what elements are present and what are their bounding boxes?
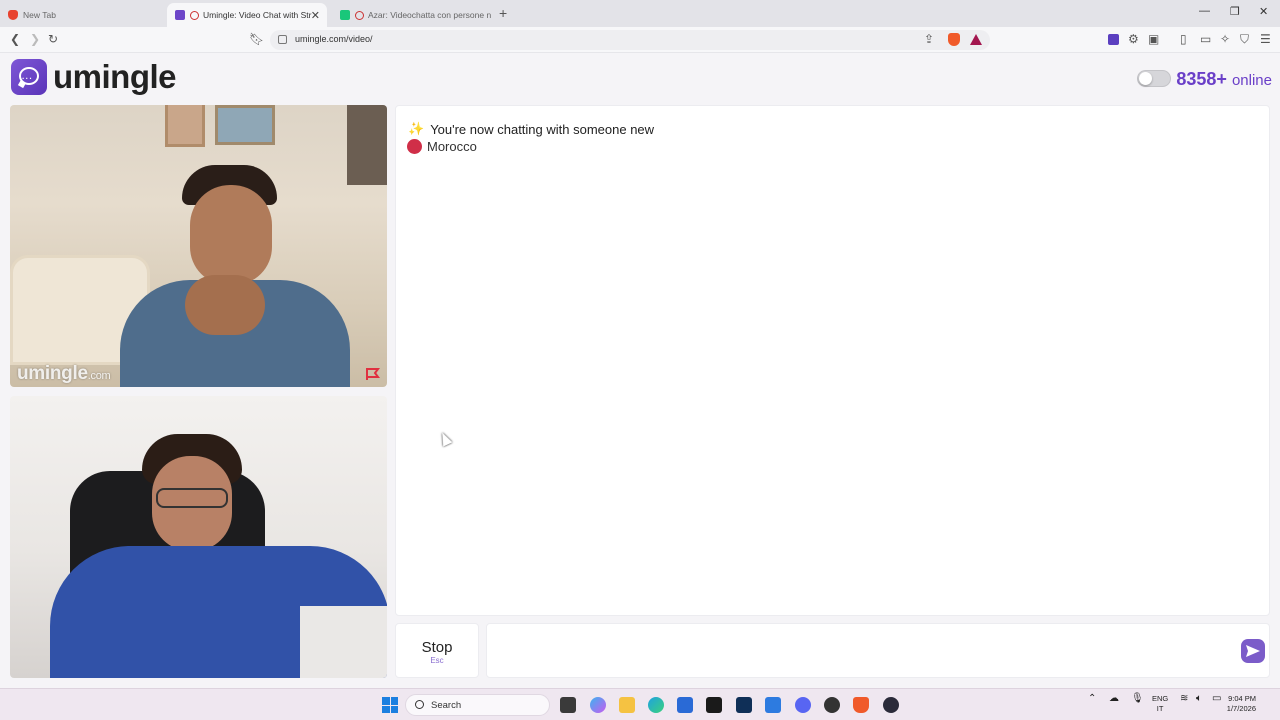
reload-icon[interactable]: ↻: [48, 32, 58, 46]
clock-time: 9:04 PM: [1228, 694, 1256, 703]
github-icon[interactable]: [824, 697, 840, 713]
recording-icon: [355, 10, 364, 20]
recording-icon: [190, 10, 199, 20]
clock[interactable]: 9:04 PM 1/7/2026: [1227, 694, 1256, 714]
chat-log: ✨ You're now chatting with someone new M…: [395, 105, 1270, 616]
taskbar-search[interactable]: Search: [405, 694, 550, 716]
report-flag-icon[interactable]: [365, 367, 381, 381]
taskbar-search-label: Search: [431, 700, 462, 711]
tab-label: New Tab: [23, 10, 56, 20]
stop-shortcut: Esc: [430, 656, 444, 665]
brave-shield-icon[interactable]: [948, 33, 960, 46]
desk: [300, 606, 387, 678]
photoshop-icon[interactable]: [736, 697, 752, 713]
azar-favicon: [340, 10, 350, 20]
country-flag-icon: [407, 139, 422, 154]
wallet-icon[interactable]: ▭: [1200, 32, 1211, 46]
wifi-icon[interactable]: ≋: [1180, 694, 1188, 704]
bookmark-icon[interactable]: 🔖︎: [249, 32, 264, 46]
send-button[interactable]: [1241, 639, 1265, 663]
logo-icon[interactable]: ···: [11, 59, 47, 95]
face: [190, 185, 272, 285]
wall-picture: [215, 105, 275, 145]
browser-toolbar: ❮ ❯ ↻ 🔖︎ umingle.com/video/ ⇪ ⚙︎ ▣ ▯ ▭ ✧…: [0, 27, 1280, 53]
close-tab-icon[interactable]: ✕: [311, 9, 320, 22]
browser-tab-strip: New Tab Umingle: Video Chat with Str ✕ A…: [0, 0, 1280, 27]
online-label: online: [1231, 72, 1272, 89]
door: [347, 105, 387, 185]
country-name: Morocco: [427, 139, 477, 154]
brand-name[interactable]: umingle: [53, 58, 177, 96]
restore-icon[interactable]: ❐: [1230, 5, 1240, 18]
url-text: umingle.com/video/: [295, 34, 373, 44]
clock-date: 1/7/2026: [1226, 704, 1256, 713]
theme-toggle[interactable]: [1137, 70, 1171, 87]
dropbox-icon[interactable]: [706, 697, 722, 713]
minimize-icon[interactable]: —: [1199, 5, 1210, 17]
task-view-icon[interactable]: [560, 697, 576, 713]
online-count: 8358+: [1176, 69, 1227, 89]
windows-taskbar: Search ⌃ ☁︎ 🎙︎ ENG IT ≋ 🔈︎ ▭ 9:04 PM 1/7…: [0, 688, 1280, 720]
umingle-favicon: [175, 10, 185, 20]
puzzle-icon[interactable]: ⚙︎: [1128, 32, 1139, 46]
address-bar[interactable]: umingle.com/video/ ⇪: [270, 30, 990, 50]
lang-top: ENG: [1152, 694, 1169, 703]
brave-icon: [8, 10, 18, 20]
microphone-icon[interactable]: 🎙︎: [1131, 694, 1144, 704]
sidebar-icon[interactable]: ▯: [1180, 32, 1187, 46]
hand: [185, 275, 265, 335]
windows-start-icon[interactable]: [382, 697, 398, 713]
obs-icon[interactable]: [883, 697, 899, 713]
share-icon[interactable]: ⇪: [924, 32, 934, 46]
stop-label: Stop: [421, 639, 453, 656]
close-window-icon[interactable]: ✕: [1259, 5, 1268, 18]
tab-label: Umingle: Video Chat with Str: [203, 10, 312, 20]
online-counter: 8358+ online: [1176, 69, 1272, 90]
menu-icon[interactable]: ☰: [1260, 32, 1271, 46]
edge-icon[interactable]: [648, 697, 664, 713]
video-watermark: umingle.com: [17, 363, 111, 384]
tab-label: Azar: Videochatta con persone n: [368, 10, 492, 20]
site-info-icon[interactable]: [278, 35, 287, 44]
rewards-icon[interactable]: [970, 34, 982, 45]
copilot-icon[interactable]: [590, 697, 606, 713]
stranger-video: umingle.com: [10, 105, 387, 387]
extension-icon[interactable]: [1108, 34, 1119, 45]
search-icon: [415, 700, 424, 709]
sparkle-icon: ✨: [408, 121, 425, 136]
toggle-knob: [1139, 72, 1152, 85]
wall-picture: [165, 105, 205, 147]
tray-expand-icon[interactable]: ⌃: [1088, 694, 1096, 704]
tab-umingle[interactable]: Umingle: Video Chat with Str ✕: [167, 3, 327, 27]
volume-icon[interactable]: 🔈︎: [1196, 694, 1202, 704]
stop-button[interactable]: Stop Esc: [395, 623, 479, 678]
system-message: ✨ You're now chatting with someone new: [408, 121, 654, 137]
tab-search-icon[interactable]: ▣: [1148, 32, 1159, 46]
forward-icon[interactable]: ❯: [30, 32, 40, 46]
country-message: Morocco: [407, 139, 477, 154]
send-icon: [1246, 645, 1260, 657]
message-input[interactable]: [486, 623, 1270, 678]
back-icon[interactable]: ❮: [10, 32, 20, 46]
status-message-text: You're now chatting with someone new: [430, 121, 655, 137]
new-tab-icon[interactable]: +: [499, 5, 507, 21]
brave-taskbar-icon[interactable]: [853, 697, 869, 713]
store-icon[interactable]: [677, 697, 693, 713]
glasses: [156, 488, 228, 508]
vpn-icon[interactable]: ⛉: [1240, 32, 1249, 47]
tab-new-tab[interactable]: New Tab: [0, 3, 165, 27]
file-explorer-icon[interactable]: [619, 697, 635, 713]
lang-bottom: IT: [1156, 704, 1164, 713]
language-indicator[interactable]: ENG IT: [1152, 694, 1168, 714]
leo-icon[interactable]: ✧: [1220, 32, 1230, 46]
onedrive-icon[interactable]: ☁︎: [1109, 694, 1119, 704]
mail-icon[interactable]: [765, 697, 781, 713]
tab-azar[interactable]: Azar: Videochatta con persone n: [332, 3, 492, 27]
discord-icon[interactable]: [795, 697, 811, 713]
battery-icon[interactable]: ▭: [1212, 694, 1221, 704]
self-video: [10, 396, 387, 678]
